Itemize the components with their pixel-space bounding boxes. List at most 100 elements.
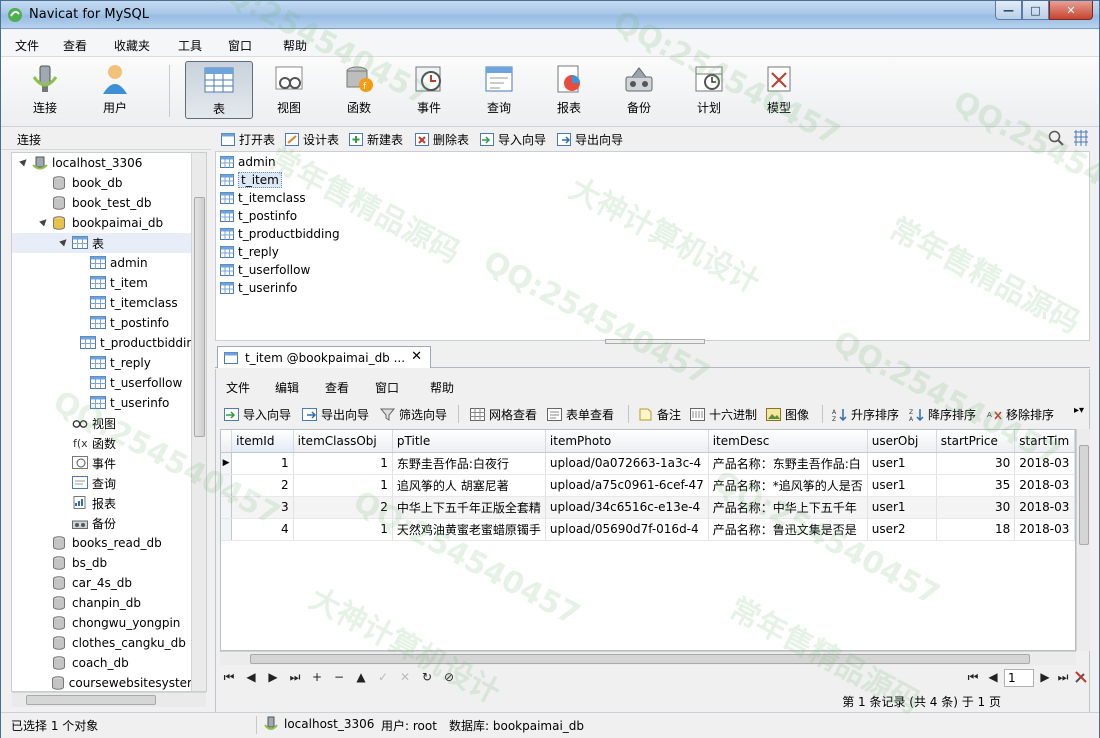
column-header[interactable]: startPrice [936, 430, 1016, 453]
form-view-button[interactable]: 表单查看 [547, 406, 614, 423]
design-table-button[interactable]: 设计表 [285, 131, 339, 148]
delete-record-button[interactable]: − [330, 670, 348, 684]
table-row[interactable]: ▶ 1 1 东野圭吾作品:白夜行 upload/0a072663-1a3c-4 产品名称：… [221, 452, 1075, 475]
editor-menu-file[interactable]: 文件 [226, 379, 250, 396]
tree-horizontal-scrollbar[interactable] [12, 692, 206, 707]
menu-window[interactable]: 窗口 [228, 37, 252, 54]
image-button[interactable]: 图像 [766, 406, 809, 423]
tree-item[interactable]: t_productbidding [12, 333, 202, 353]
column-header[interactable]: itemPhoto [545, 430, 709, 453]
tree-item[interactable]: ▲ 表 [12, 233, 192, 253]
table-list-item[interactable]: t_userfollow [220, 261, 310, 279]
page-prev-button[interactable]: ◀ [984, 670, 1002, 684]
tree-item[interactable]: clothes_cangku_db [12, 633, 192, 653]
grid-vertical-scrollbar[interactable] [1076, 429, 1090, 651]
table-cell[interactable]: 3 [231, 496, 294, 519]
table-cell[interactable]: 1 [293, 474, 393, 497]
stop-button[interactable]: ⊘ [440, 670, 458, 684]
tree-item[interactable]: books_read_db [12, 533, 192, 553]
table-cell[interactable]: 产品名称：中华上下五千年 [708, 496, 868, 519]
tree-item[interactable]: bs_db [12, 553, 192, 573]
column-header[interactable]: startTim [1014, 430, 1075, 453]
toolbar-schedule-button[interactable]: 计划 [677, 61, 741, 119]
table-cell[interactable]: 天然鸡油黄蜜老蜜蜡原镯手 [392, 518, 546, 541]
search-icon[interactable] [1048, 130, 1064, 149]
table-list-item[interactable]: t_postinfo [220, 207, 297, 225]
table-cell[interactable]: upload/05690d7f-016d-4 [545, 518, 709, 541]
table-list-item[interactable]: admin [220, 153, 276, 171]
toolbar-view-button[interactable]: 视图 [257, 61, 321, 119]
table-cell[interactable]: 4 [231, 518, 294, 541]
tree-item[interactable]: admin [12, 253, 192, 273]
scrollbar-thumb[interactable] [26, 695, 156, 705]
refresh-button[interactable]: ↻ [418, 670, 436, 684]
new-table-button[interactable]: 新建表 [349, 131, 403, 148]
table-cell[interactable]: 追风筝的人 胡塞尼著 [392, 474, 546, 497]
toolbar-function-button[interactable]: f 函数 [327, 61, 391, 119]
table-cell[interactable]: user1 [867, 474, 937, 497]
table-cell[interactable]: 1 [231, 452, 294, 475]
toolbar-user-button[interactable]: 用户 [83, 61, 147, 119]
table-cell[interactable]: 30 [936, 452, 1016, 475]
tree-item[interactable]: coursewebsitesyster [12, 673, 192, 691]
tab-t-item[interactable]: t_item @bookpaimai_db ... ✕ [217, 346, 431, 368]
maximize-button[interactable]: □ [1022, 1, 1049, 20]
toolbar-overflow-icon[interactable]: ▸▾ [1074, 405, 1084, 416]
next-record-button[interactable]: ▶ [264, 670, 282, 684]
menu-view[interactable]: 查看 [63, 37, 87, 54]
toolbar-query-button[interactable]: 查询 [467, 61, 531, 119]
expand-toggle-icon[interactable]: ▲ [38, 216, 52, 230]
table-cell[interactable]: upload/0a072663-1a3c-4 [545, 452, 709, 475]
row-header[interactable] [221, 474, 233, 497]
grid-horizontal-scrollbar[interactable] [220, 651, 1076, 665]
tree-item[interactable]: coach_db [12, 653, 192, 673]
toolbar-connection-button[interactable]: 连接 [13, 61, 77, 119]
page-number-input[interactable]: 1 [1004, 669, 1034, 687]
table-cell[interactable]: 1 [293, 518, 393, 541]
import-wizard-button[interactable]: 导入向导 [480, 131, 546, 148]
grid-view-icon[interactable] [1073, 130, 1089, 149]
table-cell[interactable]: 2018-03 [1014, 452, 1075, 475]
row-header[interactable] [221, 496, 233, 519]
tree-item[interactable]: book_test_db [12, 193, 192, 213]
last-record-button[interactable]: ⏭ [286, 670, 304, 685]
table-list-item[interactable]: t_item [220, 171, 282, 189]
editor-menu-window[interactable]: 窗口 [375, 379, 399, 396]
table-cell[interactable]: 2018-03 [1014, 518, 1075, 541]
scrollbar-thumb[interactable] [250, 654, 1030, 664]
table-row[interactable]: 2 1 追风筝的人 胡塞尼著 upload/a75c0961-6cef-47 产品名称：… [221, 474, 1075, 497]
tree-item[interactable]: ▲ bookpaimai_db [12, 213, 192, 233]
menu-file[interactable]: 文件 [15, 37, 39, 54]
editor-menu-view[interactable]: 查看 [325, 379, 349, 396]
toolbar-backup-button[interactable]: 备份 [607, 61, 671, 119]
open-table-button[interactable]: 打开表 [221, 131, 275, 148]
table-cell[interactable]: 2018-03 [1014, 496, 1075, 519]
minimize-button[interactable]: — [995, 1, 1022, 20]
column-header[interactable]: itemDesc [708, 430, 868, 453]
tree-item[interactable]: car_4s_db [12, 573, 192, 593]
tools-icon[interactable] [1072, 670, 1090, 687]
table-row[interactable]: 4 1 天然鸡油黄蜜老蜜蜡原镯手 upload/05690d7f-016d-4 产品名称… [221, 518, 1075, 541]
tree-item[interactable]: t_postinfo [12, 313, 192, 333]
tree-vertical-scrollbar[interactable] [191, 153, 206, 691]
apply-button[interactable]: ✓ [374, 670, 392, 684]
editor-menu-help[interactable]: 帮助 [430, 379, 454, 396]
prev-record-button[interactable]: ◀ [242, 670, 260, 684]
row-header[interactable]: ▶ [221, 452, 233, 475]
table-cell[interactable]: 35 [936, 474, 1016, 497]
tree-item[interactable]: book_db [12, 173, 192, 193]
tree-item[interactable]: t_itemclass [12, 293, 192, 313]
tree-item[interactable]: ▲ localhost_3306 [12, 153, 192, 173]
grid-view-button[interactable]: 网格查看 [470, 406, 537, 423]
menu-help[interactable]: 帮助 [283, 37, 307, 54]
table-cell[interactable]: 中华上下五千年正版全套精 [392, 496, 546, 519]
table-cell[interactable]: upload/a75c0961-6cef-47 [545, 474, 709, 497]
table-cell[interactable]: 2 [293, 496, 393, 519]
export-wizard-button[interactable]: 导出向导 [302, 406, 369, 423]
tree-item[interactable]: chongwu_yongpin [12, 613, 192, 633]
table-list-item[interactable]: t_productbidding [220, 225, 340, 243]
table-cell[interactable]: upload/34c6516c-e13e-4 [545, 496, 709, 519]
table-cell[interactable]: 产品名称：鲁迅文集是否是 [708, 518, 868, 541]
table-cell[interactable]: 产品名称：东野圭吾作品:白 [708, 452, 868, 475]
page-next-button[interactable]: ▶ [1036, 670, 1054, 684]
